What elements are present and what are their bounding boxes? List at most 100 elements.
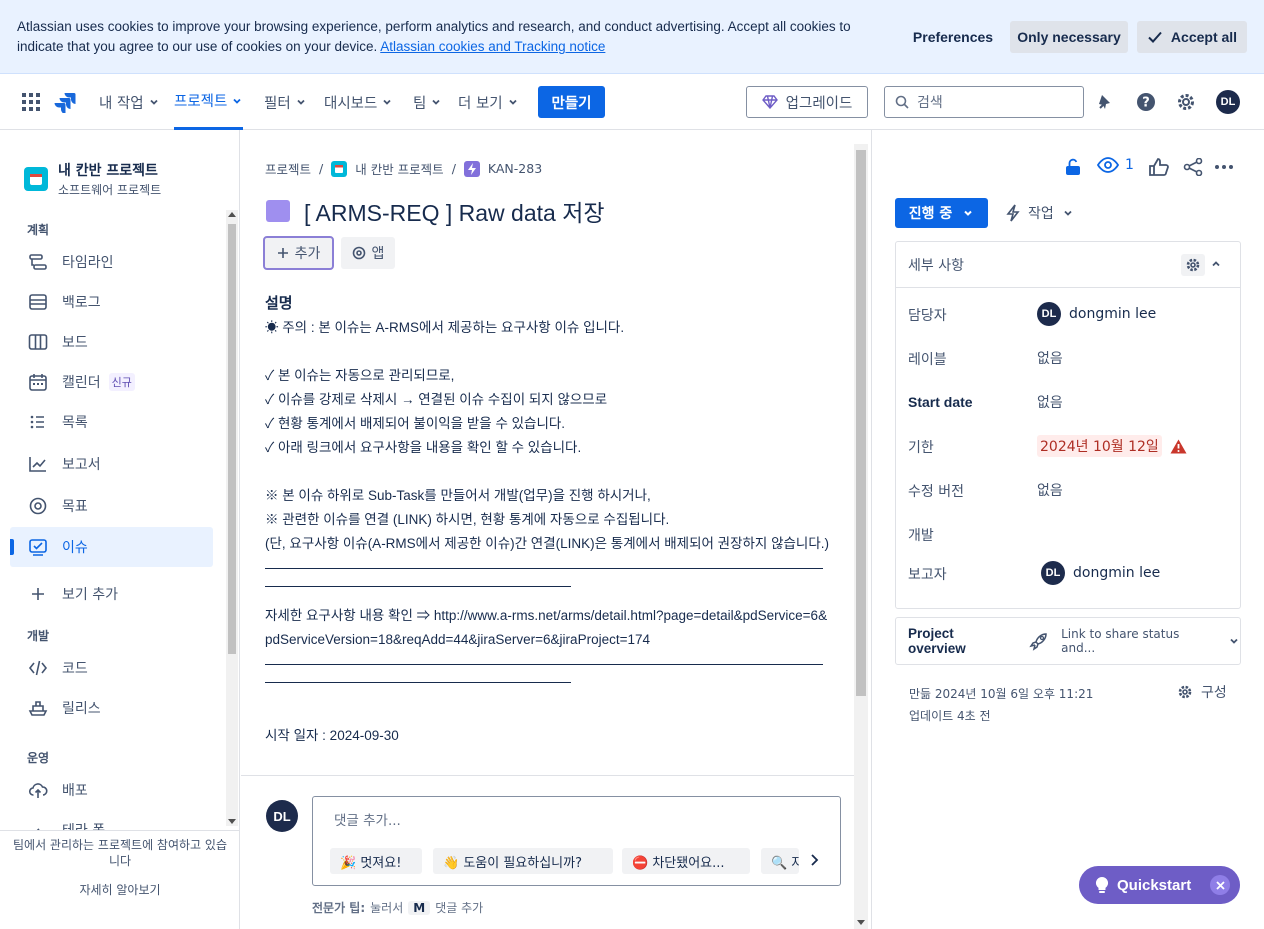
- details-panel: 1 진행 중 작업 세부 사항 담당자 DL dongmin lee 레이블 없…: [871, 130, 1264, 929]
- details-card: 세부 사항 담당자 DL dongmin lee 레이블 없음 Start da…: [895, 241, 1241, 609]
- comment-input[interactable]: 댓글 추가... 🎉 멋져요! 👋 도움이 필요하십니까? ⛔ 차단됐어요...…: [312, 796, 841, 886]
- field-fix-version-label: 수정 버전: [908, 484, 964, 500]
- scroll-up-arrow[interactable]: [228, 212, 236, 217]
- chevron-down-icon: [430, 96, 442, 108]
- quick-reply-blocked[interactable]: ⛔ 차단됐어요...: [622, 848, 750, 874]
- field-fix-version-value[interactable]: 없음: [1037, 480, 1063, 500]
- eye-icon: [1097, 157, 1119, 173]
- quick-reply-need-help[interactable]: 👋 도움이 필요하십니까?: [433, 848, 613, 874]
- sidebar-item-calendar[interactable]: 캘린더 신규: [10, 362, 213, 402]
- lightning-icon: [1006, 204, 1020, 222]
- chevron-up-icon[interactable]: [1210, 258, 1222, 270]
- jira-logo-icon[interactable]: [53, 90, 77, 114]
- field-reporter-value[interactable]: DL dongmin lee: [1041, 561, 1160, 585]
- settings-gear-icon[interactable]: [1174, 90, 1198, 114]
- chevron-down-icon: [295, 96, 307, 108]
- action-dropdown[interactable]: 작업: [1006, 198, 1074, 228]
- breadcrumb-projects[interactable]: 프로젝트: [265, 159, 311, 178]
- notifications-icon[interactable]: [1094, 90, 1118, 114]
- add-button[interactable]: 추가: [263, 236, 334, 270]
- desc-line: ※ 본 이슈 하위로 Sub-Task를 만들어서 개발(업무)을 진행 하시거…: [265, 488, 651, 503]
- quick-reply-clarify[interactable]: 🔍 자세히: [761, 848, 799, 874]
- sidebar-item-code[interactable]: 코드: [10, 648, 213, 688]
- search-input[interactable]: 검색: [884, 86, 1084, 118]
- description[interactable]: 설명 ☀ 주의 : 본 이슈는 A-RMS에서 제공하는 요구사항 이슈 입니다…: [265, 292, 830, 748]
- nav-dashboards[interactable]: 대시보드: [324, 74, 393, 130]
- thumbs-up-icon[interactable]: [1149, 158, 1169, 176]
- sidebar-item-deployments[interactable]: 배포: [10, 770, 213, 810]
- configure-button[interactable]: 구성: [1177, 682, 1227, 702]
- nav-more[interactable]: 더 보기: [458, 74, 519, 130]
- watch-button[interactable]: 1: [1097, 157, 1134, 173]
- project-name: 내 칸반 프로젝트: [58, 163, 158, 179]
- learn-more-link[interactable]: 자세히 알아보기: [0, 881, 239, 898]
- main-scrollbar[interactable]: [854, 144, 868, 929]
- reporter-avatar: DL: [1041, 561, 1065, 585]
- sidebar-footer: 팀에서 관리하는 프로젝트에 참여하고 있습니다 자세히 알아보기: [0, 830, 239, 929]
- sidebar-item-list[interactable]: 목록: [10, 402, 213, 442]
- sidebar-item-reports[interactable]: 보고서: [10, 444, 213, 484]
- field-assignee-value[interactable]: DL dongmin lee: [1037, 302, 1156, 326]
- sidebar-scroll-thumb[interactable]: [228, 224, 236, 654]
- sidebar-item-timeline[interactable]: 타임라인: [10, 242, 213, 282]
- share-icon[interactable]: [1183, 158, 1203, 176]
- unlock-icon[interactable]: [1065, 158, 1081, 176]
- sidebar-item-board[interactable]: 보드: [10, 322, 213, 362]
- sidebar-item-releases[interactable]: 릴리스: [10, 688, 213, 728]
- more-actions-icon[interactable]: [1215, 165, 1233, 169]
- close-icon[interactable]: [1210, 875, 1230, 895]
- timeline-icon: [28, 252, 48, 272]
- accept-all-button[interactable]: Accept all: [1137, 21, 1247, 53]
- sidebar-item-issues[interactable]: 이슈: [10, 527, 213, 567]
- sidebar: 내 칸반 프로젝트 소프트웨어 프로젝트 계획 타임라인 백로그 보드 캘린더 …: [0, 130, 240, 929]
- sidebar-item-backlog[interactable]: 백로그: [10, 282, 213, 322]
- chevron-right-icon[interactable]: [807, 853, 821, 867]
- backlog-icon: [28, 292, 48, 312]
- nav-filters[interactable]: 필터: [264, 74, 307, 130]
- nav-teams[interactable]: 팀: [413, 74, 442, 130]
- overview-link[interactable]: Link to share status and...: [1061, 627, 1214, 655]
- create-button[interactable]: 만들기: [538, 86, 605, 118]
- apps-button[interactable]: 앱: [341, 237, 395, 269]
- quickstart-button[interactable]: Quickstart: [1079, 866, 1240, 904]
- sidebar-item-add-view[interactable]: 보기 추가: [10, 574, 213, 614]
- field-labels-label: 레이블: [908, 352, 947, 368]
- field-labels-value[interactable]: 없음: [1037, 348, 1063, 368]
- scroll-down-arrow[interactable]: [857, 920, 865, 925]
- upgrade-button[interactable]: 업그레이드: [746, 86, 868, 118]
- details-settings-gear-icon[interactable]: [1181, 254, 1205, 276]
- desc-line: ✓ 현황 통계에서 배제되어 불이익을 받을 수 있습니다.: [265, 416, 566, 431]
- project-overview[interactable]: Project overview Link to share status an…: [895, 617, 1241, 665]
- nav-my-work[interactable]: 내 작업: [99, 74, 160, 130]
- preferences-button[interactable]: Preferences: [906, 21, 1000, 53]
- breadcrumb-issue-key[interactable]: KAN-283: [488, 161, 542, 176]
- chevron-down-icon[interactable]: [1228, 635, 1240, 647]
- sidebar-scrollbar[interactable]: [226, 210, 238, 826]
- cookie-notice-link[interactable]: Atlassian cookies and Tracking notice: [380, 39, 605, 54]
- comment-area: DL 댓글 추가... 🎉 멋져요! 👋 도움이 필요하십니까? ⛔ 차단됐어요…: [241, 775, 854, 929]
- breadcrumb-project[interactable]: 내 칸반 프로젝트: [355, 159, 443, 178]
- help-icon[interactable]: ?: [1134, 90, 1158, 114]
- desc-line: [265, 460, 830, 484]
- sidebar-item-goals[interactable]: 목표: [10, 486, 213, 526]
- quick-reply-awesome[interactable]: 🎉 멋져요!: [330, 848, 422, 874]
- chevron-down-icon: [381, 96, 393, 108]
- reports-chart-icon: [28, 454, 48, 474]
- status-dropdown[interactable]: 진행 중: [895, 198, 988, 228]
- rocket-icon: [1029, 631, 1049, 651]
- title-row: [ ARMS-REQ ] Raw data 저장: [266, 194, 605, 228]
- main-scroll-thumb[interactable]: [856, 150, 866, 696]
- detail-link-line[interactable]: 자세한 요구사항 내용 확인 ⇒ http://www.a-rms.net/ar…: [265, 604, 830, 652]
- profile-avatar[interactable]: DL: [1216, 90, 1240, 114]
- project-header[interactable]: 내 칸반 프로젝트 소프트웨어 프로젝트: [24, 160, 161, 198]
- nav-projects[interactable]: 프로젝트: [174, 74, 244, 130]
- details-header[interactable]: 세부 사항: [896, 242, 1240, 288]
- only-necessary-button[interactable]: Only necessary: [1010, 21, 1128, 53]
- field-start-date-value[interactable]: 없음: [1037, 392, 1063, 412]
- issue-title[interactable]: [ ARMS-REQ ] Raw data 저장: [304, 194, 605, 228]
- scroll-down-arrow[interactable]: [228, 819, 236, 824]
- field-due-value[interactable]: 2024년 10월 12일: [1037, 435, 1187, 457]
- section-plan-label: 계획: [27, 223, 50, 237]
- app-switcher-icon[interactable]: [19, 90, 43, 114]
- field-development-label: 개발: [908, 528, 934, 544]
